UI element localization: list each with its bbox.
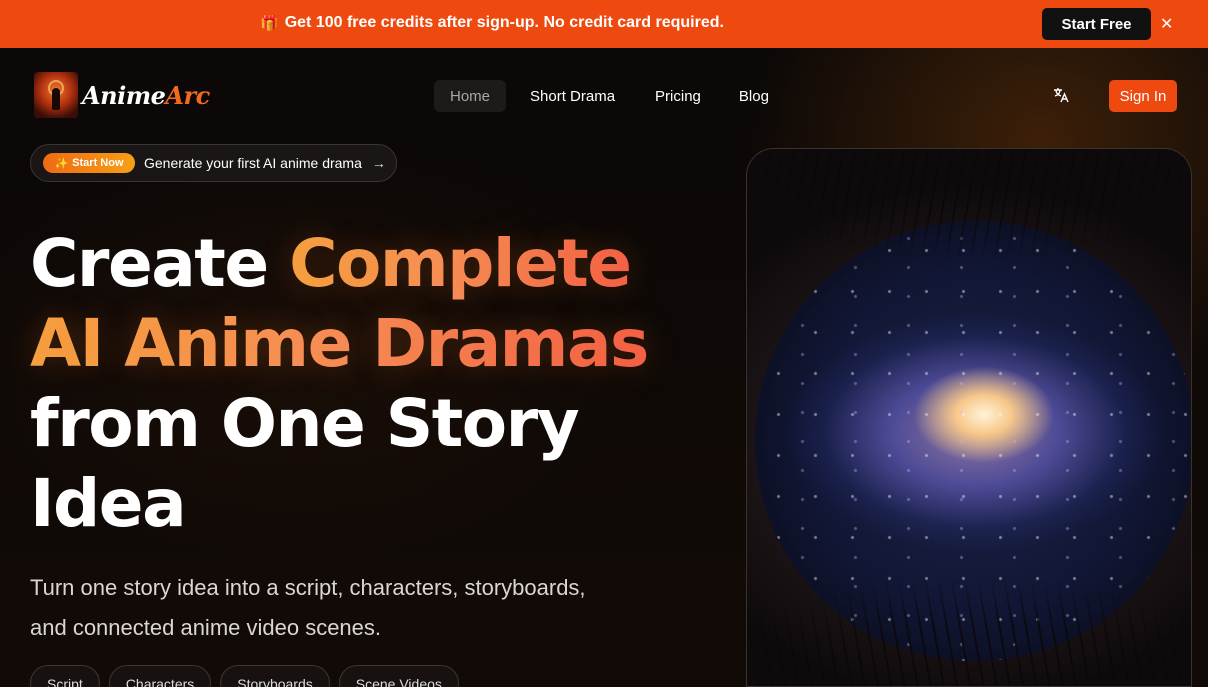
sign-in-button[interactable]: Sign In <box>1109 80 1177 112</box>
feature-tags: Script Characters Storyboards Scene Vide… <box>30 665 459 687</box>
nav-blog[interactable]: Blog <box>723 80 785 112</box>
sparkle-icon: ✨ <box>54 157 69 170</box>
announcement-text: Generate your first AI anime drama <box>144 155 362 171</box>
tag-storyboards[interactable]: Storyboards <box>220 665 330 687</box>
arrow-right-icon: → <box>371 155 386 171</box>
tag-script[interactable]: Script <box>30 665 100 687</box>
hero-headline: Create Complete AI Anime Dramas from One… <box>30 225 649 542</box>
hero-subtitle: Turn one story idea into a script, chara… <box>30 575 586 640</box>
tag-characters[interactable]: Characters <box>108 665 212 687</box>
promo-message: 🎁 Get 100 free credits after sign-up. No… <box>260 14 724 32</box>
start-free-button[interactable]: Start Free <box>1042 8 1151 40</box>
start-now-pill[interactable]: ✨ Start Now Generate your first AI anime… <box>30 144 397 182</box>
promo-text: Get 100 free credits after sign-up. No c… <box>284 14 724 31</box>
tag-scene-videos[interactable]: Scene Videos <box>338 665 459 687</box>
nav-short-drama[interactable]: Short Drama <box>514 80 631 112</box>
logo-mark-icon <box>34 72 78 118</box>
translate-icon[interactable] <box>1052 86 1070 104</box>
brand-name: AnimeArc <box>82 80 210 110</box>
brand-logo[interactable]: AnimeArc <box>34 72 210 118</box>
main-nav: Home Short Drama Pricing Blog <box>434 80 785 112</box>
promo-banner: 🎁 Get 100 free credits after sign-up. No… <box>0 0 1208 48</box>
start-now-badge: ✨ Start Now <box>43 153 135 173</box>
nav-home[interactable]: Home <box>434 80 507 112</box>
hero-image <box>746 148 1192 687</box>
close-icon[interactable]: ✕ <box>1160 14 1173 34</box>
nav-pricing[interactable]: Pricing <box>639 80 717 112</box>
gift-icon: 🎁 <box>260 15 279 32</box>
